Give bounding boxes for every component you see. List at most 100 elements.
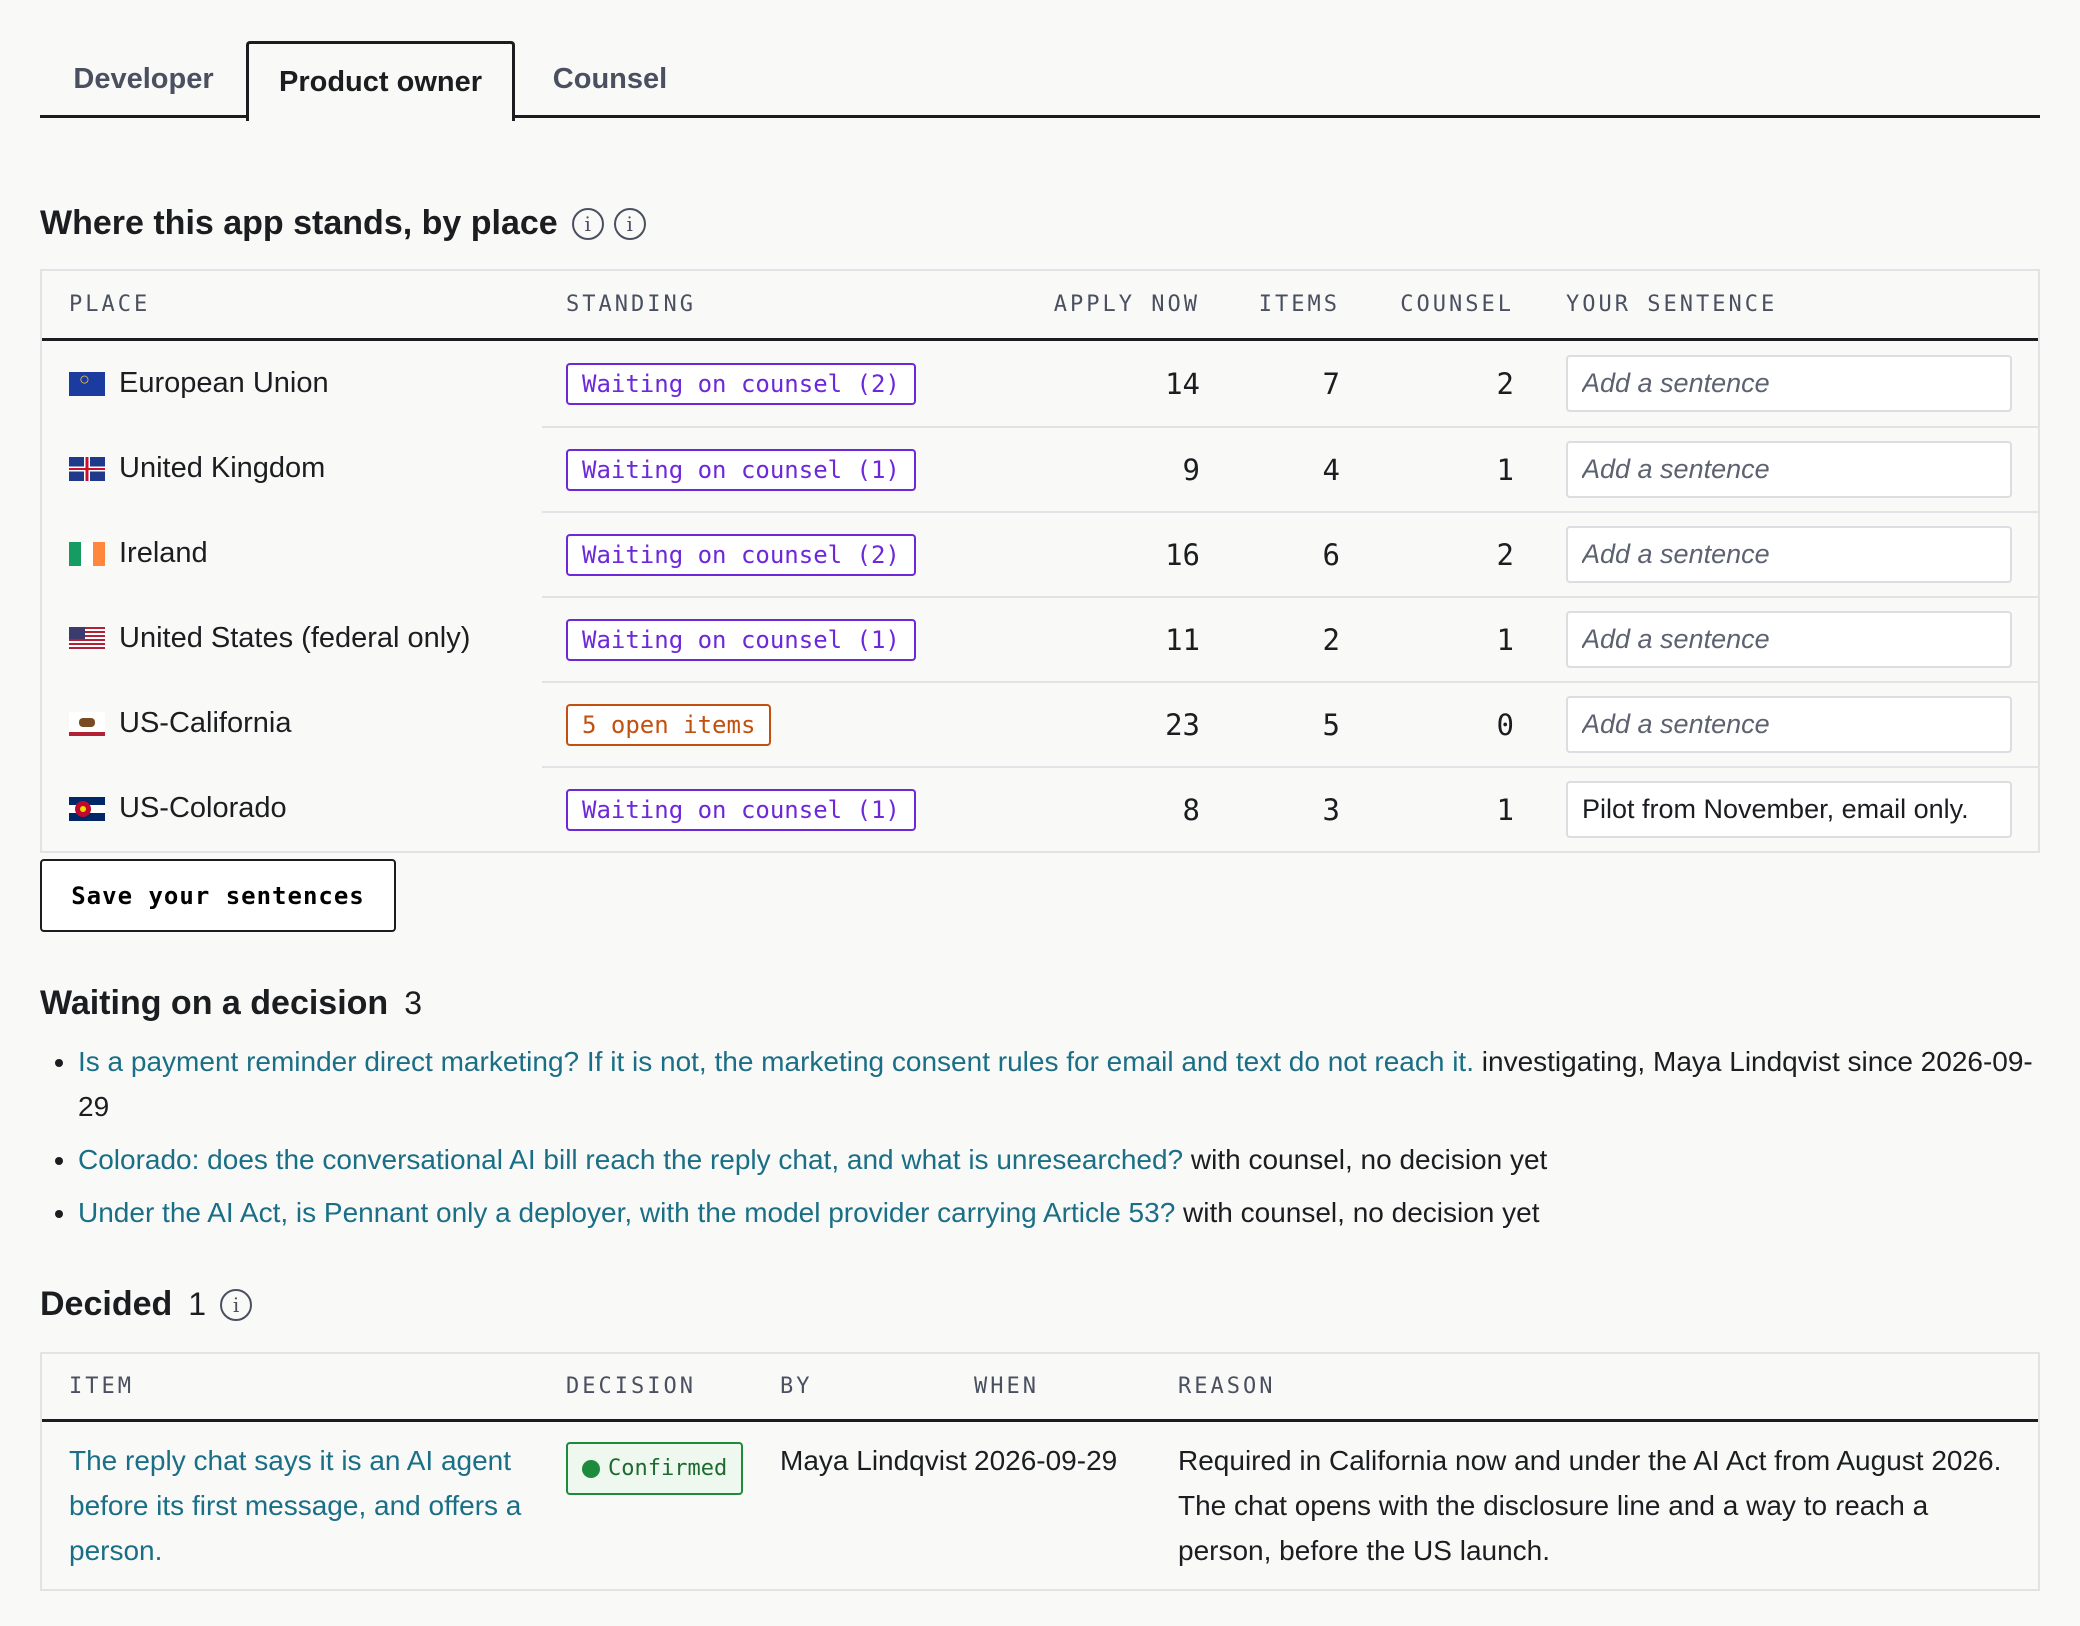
status-badge: Waiting on counsel (2) (566, 362, 916, 405)
table-row: US-California 5 open items 23 5 0 (42, 681, 2038, 766)
decided-by: Maya Lindqvist (780, 1445, 967, 1476)
sentence-input[interactable] (1566, 781, 2012, 838)
place-cell: United States (federal only) (42, 622, 542, 655)
waiting-count: 3 (404, 985, 422, 1021)
tab-counsel[interactable]: Counsel (515, 41, 705, 118)
place-name: US-Colorado (119, 792, 287, 824)
items-cell: 7 (1322, 366, 1340, 401)
sentence-input[interactable] (1566, 355, 2012, 412)
decision-label: Confirmed (608, 1456, 728, 1481)
col-counsel: COUNSEL (1400, 292, 1514, 317)
colorado-flag-icon (69, 796, 105, 821)
standing-table: PLACE STANDING APPLY NOW ITEMS COUNSEL Y… (40, 269, 2040, 853)
list-item: Under the AI Act, is Pennant only a depl… (78, 1190, 2040, 1235)
place-cell: US-Colorado (42, 792, 542, 825)
table-row: United Kingdom Waiting on counsel (1) 9 … (42, 426, 2038, 511)
decided-item-link[interactable]: The reply chat says it is an AI agent be… (69, 1445, 521, 1566)
save-sentences-button[interactable]: Save your sentences (40, 859, 396, 932)
table-row: US-Colorado Waiting on counsel (1) 8 3 1 (42, 766, 2038, 851)
col-your-sentence: YOUR SENTENCE (1566, 292, 1778, 317)
info-icon[interactable]: i (220, 1288, 253, 1321)
status-badge: Waiting on counsel (2) (566, 533, 916, 576)
standing-cell: Waiting on counsel (2) (542, 362, 982, 405)
sentence-input[interactable] (1566, 526, 2012, 583)
place-name: US-California (119, 707, 292, 739)
apply-now-cell: 9 (1182, 452, 1200, 487)
table-row: Ireland Waiting on counsel (2) 16 6 2 (42, 511, 2038, 596)
status-badge: Waiting on counsel (1) (566, 618, 916, 661)
apply-now-cell: 23 (1165, 707, 1200, 742)
counsel-cell: 1 (1496, 622, 1514, 657)
table-row: European Union Waiting on counsel (2) 14… (42, 341, 2038, 426)
eu-flag-icon (69, 371, 105, 396)
apply-now-cell: 8 (1182, 792, 1200, 827)
apply-now-cell: 16 (1165, 537, 1200, 572)
table-row: United States (federal only) Waiting on … (42, 596, 2038, 681)
decided-when: 2026-09-29 (974, 1445, 1118, 1476)
standing-cell: 5 open items (542, 703, 982, 746)
counsel-cell: 1 (1496, 452, 1514, 487)
decided-table-header: ITEM DECISION BY WHEN REASON (42, 1354, 2038, 1422)
us-flag-icon (69, 626, 105, 651)
col-item: ITEM (69, 1374, 134, 1399)
sentence-cell (1514, 355, 2038, 412)
apply-now-cell: 11 (1165, 622, 1200, 657)
info-icon[interactable]: i (613, 207, 646, 240)
tab-product-owner[interactable]: Product owner (246, 41, 515, 121)
info-icon[interactable]: i (571, 207, 604, 240)
confirmed-dot-icon (582, 1459, 600, 1478)
standing-table-header: PLACE STANDING APPLY NOW ITEMS COUNSEL Y… (42, 271, 2038, 341)
col-standing: STANDING (566, 292, 696, 317)
apply-now-cell: 14 (1165, 366, 1200, 401)
waiting-heading: Waiting on a decision 3 (40, 984, 2040, 1023)
list-item: Colorado: does the conversational AI bil… (78, 1137, 2040, 1182)
standing-heading: Where this app stands, by place i i (40, 204, 2040, 243)
col-decision: DECISION (566, 1374, 696, 1399)
tab-developer[interactable]: Developer (40, 41, 247, 118)
standing-title: Where this app stands, by place (40, 204, 558, 242)
status-badge: Waiting on counsel (1) (566, 788, 916, 831)
sentence-cell (1514, 441, 2038, 498)
question-link[interactable]: Is a payment reminder direct marketing? … (78, 1046, 1474, 1077)
sentence-input[interactable] (1566, 611, 2012, 668)
col-reason: REASON (1178, 1374, 1276, 1399)
col-items: ITEMS (1258, 292, 1340, 317)
california-flag-icon (69, 711, 105, 736)
waiting-title: Waiting on a decision (40, 984, 389, 1022)
ireland-flag-icon (69, 541, 105, 566)
col-place: PLACE (69, 292, 151, 317)
items-cell: 3 (1322, 792, 1340, 827)
col-when: WHEN (974, 1374, 1039, 1399)
standing-cell: Waiting on counsel (2) (542, 533, 982, 576)
sentence-input[interactable] (1566, 696, 2012, 753)
table-row: The reply chat says it is an AI agent be… (42, 1422, 2038, 1589)
counsel-cell: 1 (1496, 792, 1514, 827)
question-link[interactable]: Under the AI Act, is Pennant only a depl… (78, 1197, 1175, 1228)
counsel-cell: 2 (1496, 366, 1514, 401)
status-badge: Waiting on counsel (1) (566, 448, 916, 491)
question-status: with counsel, no decision yet (1183, 1144, 1548, 1175)
question-link[interactable]: Colorado: does the conversational AI bil… (78, 1144, 1183, 1175)
col-by: BY (780, 1374, 813, 1399)
role-tabs: Developer Product owner Counsel (40, 0, 2040, 121)
uk-flag-icon (69, 456, 105, 481)
items-cell: 6 (1322, 537, 1340, 572)
items-cell: 4 (1322, 452, 1340, 487)
standing-cell: Waiting on counsel (1) (542, 448, 982, 491)
decision-badge: Confirmed (566, 1442, 744, 1495)
sentence-input[interactable] (1566, 441, 2012, 498)
standing-cell: Waiting on counsel (1) (542, 618, 982, 661)
col-apply-now: APPLY NOW (1053, 292, 1200, 317)
question-status: with counsel, no decision yet (1175, 1197, 1540, 1228)
place-cell: US-California (42, 707, 542, 740)
list-item: Is a payment reminder direct marketing? … (78, 1039, 2040, 1129)
place-name: Ireland (119, 537, 208, 569)
decided-title: Decided (40, 1285, 173, 1323)
decided-table: ITEM DECISION BY WHEN REASON The reply c… (40, 1352, 2040, 1591)
sentence-cell (1514, 611, 2038, 668)
sentence-cell (1514, 696, 2038, 753)
place-name: United Kingdom (119, 452, 326, 484)
items-cell: 2 (1322, 622, 1340, 657)
place-cell: European Union (42, 367, 542, 400)
sentence-cell (1514, 781, 2038, 838)
